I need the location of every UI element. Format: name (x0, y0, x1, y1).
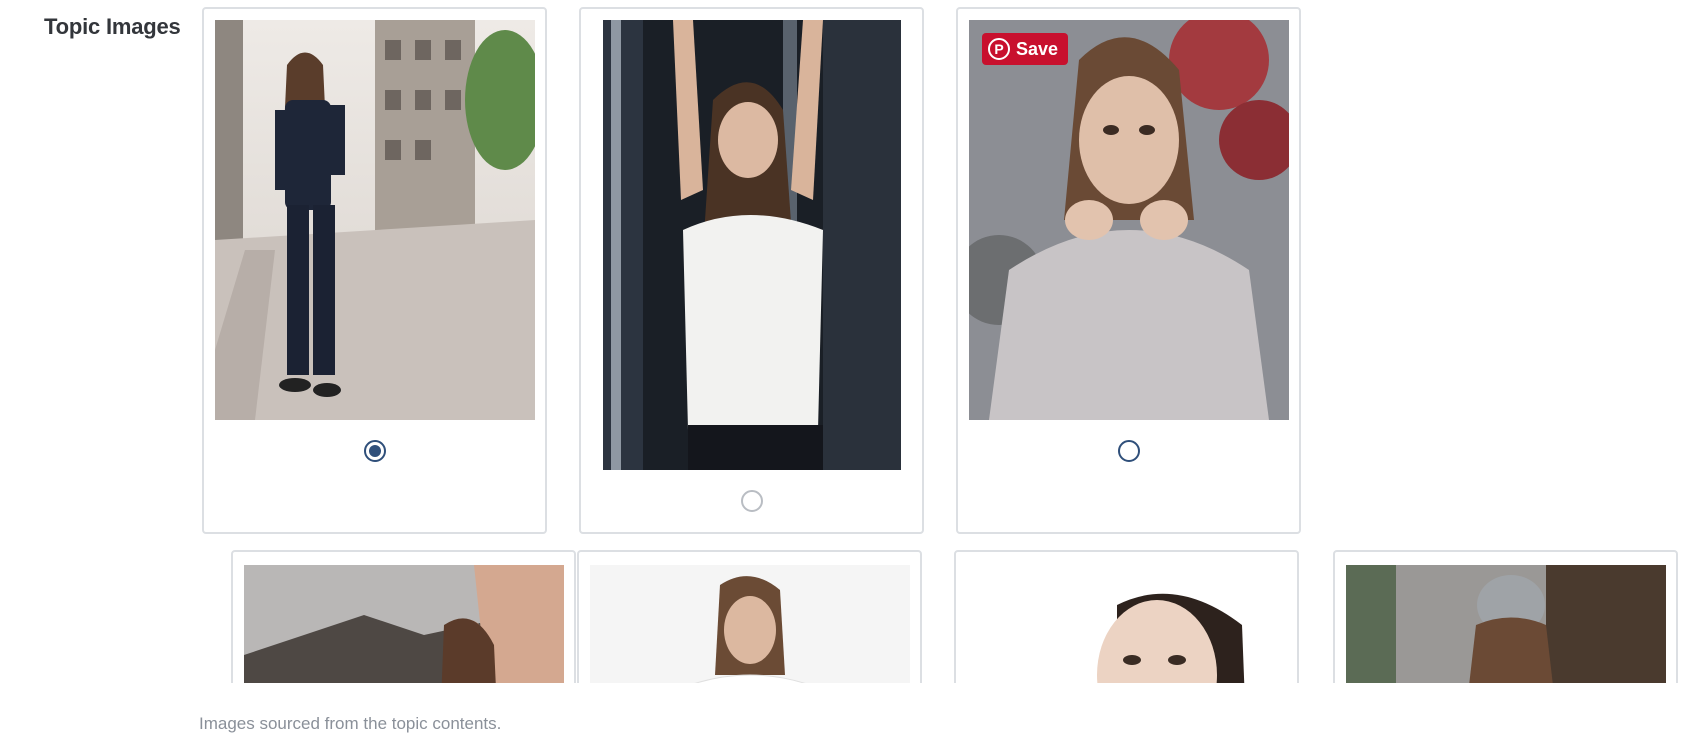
image-radio-1[interactable] (364, 440, 386, 462)
image-card-2[interactable] (579, 7, 924, 534)
image-card-3[interactable]: P Save (956, 7, 1301, 534)
section-label: Topic Images (44, 14, 181, 39)
topic-image-2 (603, 20, 901, 470)
image-card-4[interactable] (231, 550, 576, 683)
topic-image-6 (967, 565, 1287, 683)
topic-image-3: P Save (969, 20, 1289, 420)
save-label: Save (1016, 38, 1059, 59)
image-card-1[interactable] (202, 7, 547, 534)
image-card-7[interactable] (1333, 550, 1678, 683)
topic-image-1 (215, 20, 535, 420)
helper-text: Images sourced from the topic contents. (199, 714, 502, 733)
image-card-6[interactable] (954, 550, 1299, 683)
topic-image-4 (244, 565, 564, 683)
pinterest-save-button[interactable]: P Save (982, 33, 1069, 65)
topic-image-7 (1346, 565, 1666, 683)
pinterest-icon: P (988, 38, 1010, 60)
image-row-2 (0, 545, 1686, 683)
image-radio-3[interactable] (1118, 440, 1140, 462)
topic-image-5 (590, 565, 910, 683)
image-card-5[interactable] (577, 550, 922, 683)
image-radio-2[interactable] (741, 490, 763, 512)
